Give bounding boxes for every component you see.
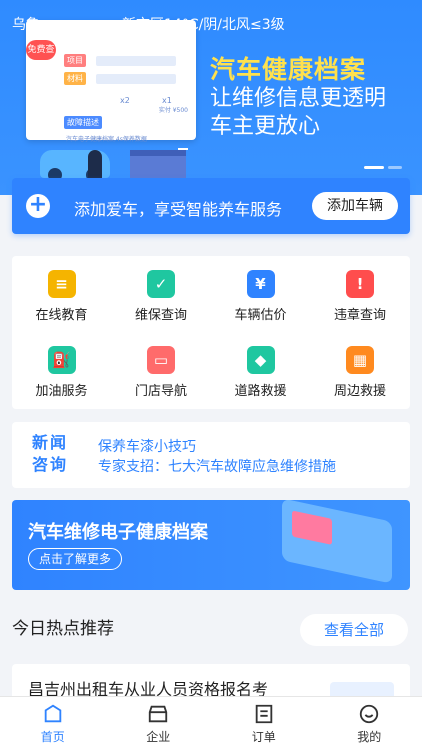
order-icon: [255, 704, 272, 724]
weather-text: 新市区14°C/阴/北风≤3级: [122, 17, 285, 33]
news-badge-line1: 新闻: [32, 433, 69, 452]
paid-text: 实付 ¥500: [158, 107, 188, 114]
tab-label: 首页: [40, 730, 65, 744]
tab-order[interactable]: 订单: [211, 697, 317, 750]
card-footer-text: 汽车电子健康档案,4s保养数据: [66, 136, 147, 143]
carousel-dot: [388, 166, 402, 169]
service-yen-coin[interactable]: ¥ 车辆估价: [211, 260, 310, 332]
status-city: 乌鲁: [12, 17, 40, 33]
news-panel: 新闻 咨询 保养车漆小技巧 专家支招：七大汽车故障应急维修措施: [12, 422, 410, 488]
news-item[interactable]: 保养车漆小技巧: [98, 436, 196, 456]
warning-icon: !: [346, 270, 374, 298]
tab-enterprise[interactable]: 企业: [106, 697, 212, 750]
tab-label: 订单: [251, 730, 276, 744]
service-label: 维保查询: [134, 308, 187, 323]
article-card[interactable]: 昌吉州出租车从业人员资格报名考: [12, 664, 410, 699]
fuel-pump-icon: ⛽: [47, 346, 76, 374]
service-store[interactable]: ▭ 门店导航: [112, 336, 211, 408]
hero-banner[interactable]: 免费查 项目 材料 x2 x1 故障描述 实付 ¥500 汽车电子健康档案,4s…: [0, 0, 422, 195]
tab-profile[interactable]: 我的: [317, 697, 422, 750]
tag-icon: ◆: [246, 346, 275, 374]
add-car-button[interactable]: 添加车辆: [312, 192, 398, 220]
service-warning[interactable]: ! 违章查询: [311, 260, 410, 332]
carousel-indicator: [364, 166, 402, 169]
qty2-text: x1: [162, 96, 172, 105]
home-icon: [44, 704, 61, 723]
tab-label: 企业: [146, 730, 171, 744]
hero-dash: [178, 148, 188, 150]
record-line: [96, 56, 176, 66]
service-tag[interactable]: ◆ 道路救援: [211, 336, 310, 408]
tab-label: 我的: [357, 730, 382, 744]
profile-icon: [360, 704, 379, 724]
service-shield-check[interactable]: ✓ 维保查询: [112, 260, 211, 332]
book-icon: ≡: [47, 270, 76, 298]
fault-label: 故障描述: [64, 116, 102, 129]
shield-check-icon: ✓: [147, 270, 175, 298]
carousel-dot: [364, 166, 384, 169]
service-grid[interactable]: ▦ 周边救援: [311, 336, 410, 408]
grid-icon: ▦: [346, 346, 374, 374]
service-label: 加油服务: [35, 384, 88, 399]
phone-illustration: [282, 500, 392, 584]
news-badge-line2: 咨询: [32, 455, 69, 474]
learn-more-button[interactable]: 点击了解更多: [28, 548, 123, 570]
see-all-button[interactable]: 查看全部: [300, 614, 408, 646]
service-label: 门店导航: [134, 384, 187, 399]
service-book[interactable]: ≡ 在线教育: [12, 260, 111, 332]
service-fuel-pump[interactable]: ⛽ 加油服务: [12, 336, 111, 408]
health-record-card-illustration: 免费查 项目 材料 x2 x1 故障描述 实付 ¥500 汽车电子健康档案,4s…: [26, 20, 196, 143]
service-label: 在线教育: [35, 308, 88, 323]
service-grid: ≡ 在线教育 ✓ 维保查询 ¥ 车辆估价! 违章查询 ⛽ 加油服务 ▭ 门店导航 ◆ 道路救援 ▦ 周边救援: [12, 256, 410, 409]
project-label: 项目: [64, 54, 86, 67]
enterprise-icon: [149, 705, 168, 723]
yen-coin-icon: ¥: [246, 270, 275, 298]
add-car-text: 添加爱车，享受智能养车服务: [74, 200, 283, 219]
service-label: 道路救援: [234, 384, 287, 399]
service-label: 违章查询: [333, 308, 386, 323]
record-line: [96, 74, 176, 84]
free-check-tag: 免费查: [26, 40, 56, 60]
material-label: 材料: [64, 72, 86, 85]
news-badge: 新闻 咨询: [32, 432, 78, 476]
promo-title: 汽车维修电子健康档案: [28, 522, 208, 543]
service-label: 车辆估价: [234, 308, 287, 323]
tab-home[interactable]: 首页: [0, 697, 106, 750]
qty1-text: x2: [120, 96, 130, 105]
add-car-bar[interactable]: + 添加爱车，享受智能养车服务 添加车辆: [12, 178, 410, 234]
hero-subtitle-2: 车主更放心: [210, 114, 321, 139]
plus-icon[interactable]: +: [26, 194, 50, 218]
service-label: 周边救援: [333, 384, 386, 399]
section-title: 今日热点推荐: [12, 619, 114, 639]
bottom-tab-bar: 首页 企业 订单 我的: [0, 696, 422, 750]
news-item[interactable]: 专家支招：七大汽车故障应急维修措施: [98, 456, 336, 476]
store-icon: ▭: [147, 346, 175, 374]
promo-banner[interactable]: 汽车维修电子健康档案 点击了解更多: [12, 500, 410, 590]
